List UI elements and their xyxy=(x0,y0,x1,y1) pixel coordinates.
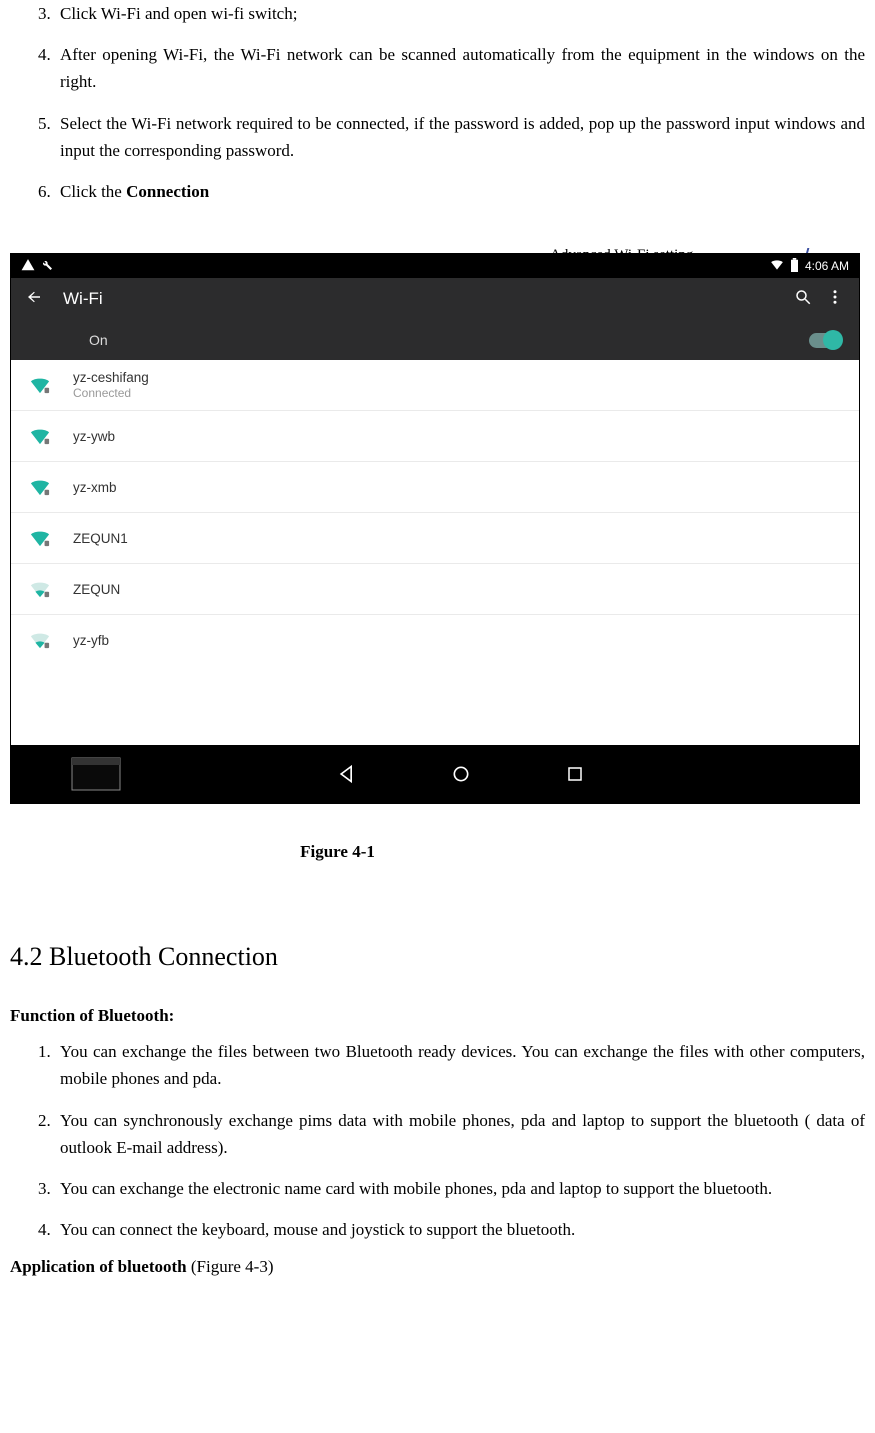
step-6-bold: Connection xyxy=(126,182,209,201)
annotation-wrap: Advanced Wi-Fi setting xyxy=(10,253,865,804)
network-item[interactable]: ZEQUN xyxy=(11,564,859,615)
step-4: After opening Wi-Fi, the Wi-Fi network c… xyxy=(55,41,865,95)
bt-app-rest: (Figure 4-3) xyxy=(187,1257,274,1276)
wifi-toggle-row: On xyxy=(11,320,859,360)
home-nav-button[interactable] xyxy=(404,764,518,784)
wifi-icon xyxy=(29,528,73,548)
battery-icon xyxy=(790,258,799,275)
network-item[interactable]: yz-xmb xyxy=(11,462,859,513)
warning-icon xyxy=(21,258,35,275)
wifi-icon xyxy=(29,375,73,395)
bluetooth-function-list: You can exchange the files between two B… xyxy=(10,1038,865,1243)
figure-caption: Figure 4-1 xyxy=(0,842,865,862)
back-button[interactable] xyxy=(19,288,49,311)
search-icon[interactable] xyxy=(787,288,819,311)
status-time: 4:06 AM xyxy=(805,259,849,273)
app-bar: Wi-Fi xyxy=(11,278,859,320)
wifi-status-icon xyxy=(770,259,784,274)
status-right: 4:06 AM xyxy=(770,258,849,275)
wifi-icon xyxy=(29,477,73,497)
network-name: ZEQUN1 xyxy=(73,531,841,546)
back-nav-button[interactable] xyxy=(291,764,405,784)
wifi-screenshot: 4:06 AM Wi-Fi On xyxy=(10,253,860,804)
bt-item-1: You can exchange the files between two B… xyxy=(55,1038,865,1092)
network-item[interactable]: yz-yfb xyxy=(11,615,859,665)
navigation-bar xyxy=(11,745,859,803)
wifi-toggle-label: On xyxy=(89,332,809,348)
bt-item-3: You can exchange the electronic name car… xyxy=(55,1175,865,1202)
appbar-title: Wi-Fi xyxy=(49,289,787,309)
blank-area xyxy=(11,665,859,745)
wifi-icon xyxy=(29,579,73,599)
bt-item-4: You can connect the keyboard, mouse and … xyxy=(55,1216,865,1243)
recents-thumb[interactable] xyxy=(11,757,211,791)
network-name: ZEQUN xyxy=(73,582,841,597)
network-item[interactable]: yz-ywb xyxy=(11,411,859,462)
network-item[interactable]: yz-ceshifang Connected xyxy=(11,360,859,411)
network-item[interactable]: ZEQUN1 xyxy=(11,513,859,564)
step-6: Click the Connection xyxy=(55,178,865,205)
network-name: yz-yfb xyxy=(73,633,841,648)
bt-application-heading: Application of bluetooth (Figure 4-3) xyxy=(10,1257,865,1277)
overflow-icon[interactable] xyxy=(819,288,851,311)
network-list: yz-ceshifang Connected yz-ywb yz-xmb xyxy=(11,360,859,665)
status-bar: 4:06 AM xyxy=(11,254,859,278)
network-status: Connected xyxy=(73,386,841,400)
wifi-icon xyxy=(29,630,73,650)
status-left xyxy=(21,258,53,275)
subsection-heading: 4.2 Bluetooth Connection xyxy=(10,942,865,972)
bt-item-2: You can synchronously exchange pims data… xyxy=(55,1107,865,1161)
bt-app-bold: Application of bluetooth xyxy=(10,1257,187,1276)
network-name: yz-ywb xyxy=(73,429,841,444)
network-name: yz-ceshifang xyxy=(73,370,841,385)
wifi-icon xyxy=(29,426,73,446)
bt-function-heading: Function of Bluetooth: xyxy=(10,1006,865,1026)
step-3: Click Wi-Fi and open wi-fi switch; xyxy=(55,0,865,27)
step-5: Select the Wi-Fi network required to be … xyxy=(55,110,865,164)
network-name: yz-xmb xyxy=(73,480,841,495)
top-steps-list: Click Wi-Fi and open wi-fi switch; After… xyxy=(10,0,865,205)
wifi-toggle[interactable] xyxy=(809,333,841,348)
wrench-icon xyxy=(41,259,53,274)
overview-nav-button[interactable] xyxy=(518,765,632,783)
